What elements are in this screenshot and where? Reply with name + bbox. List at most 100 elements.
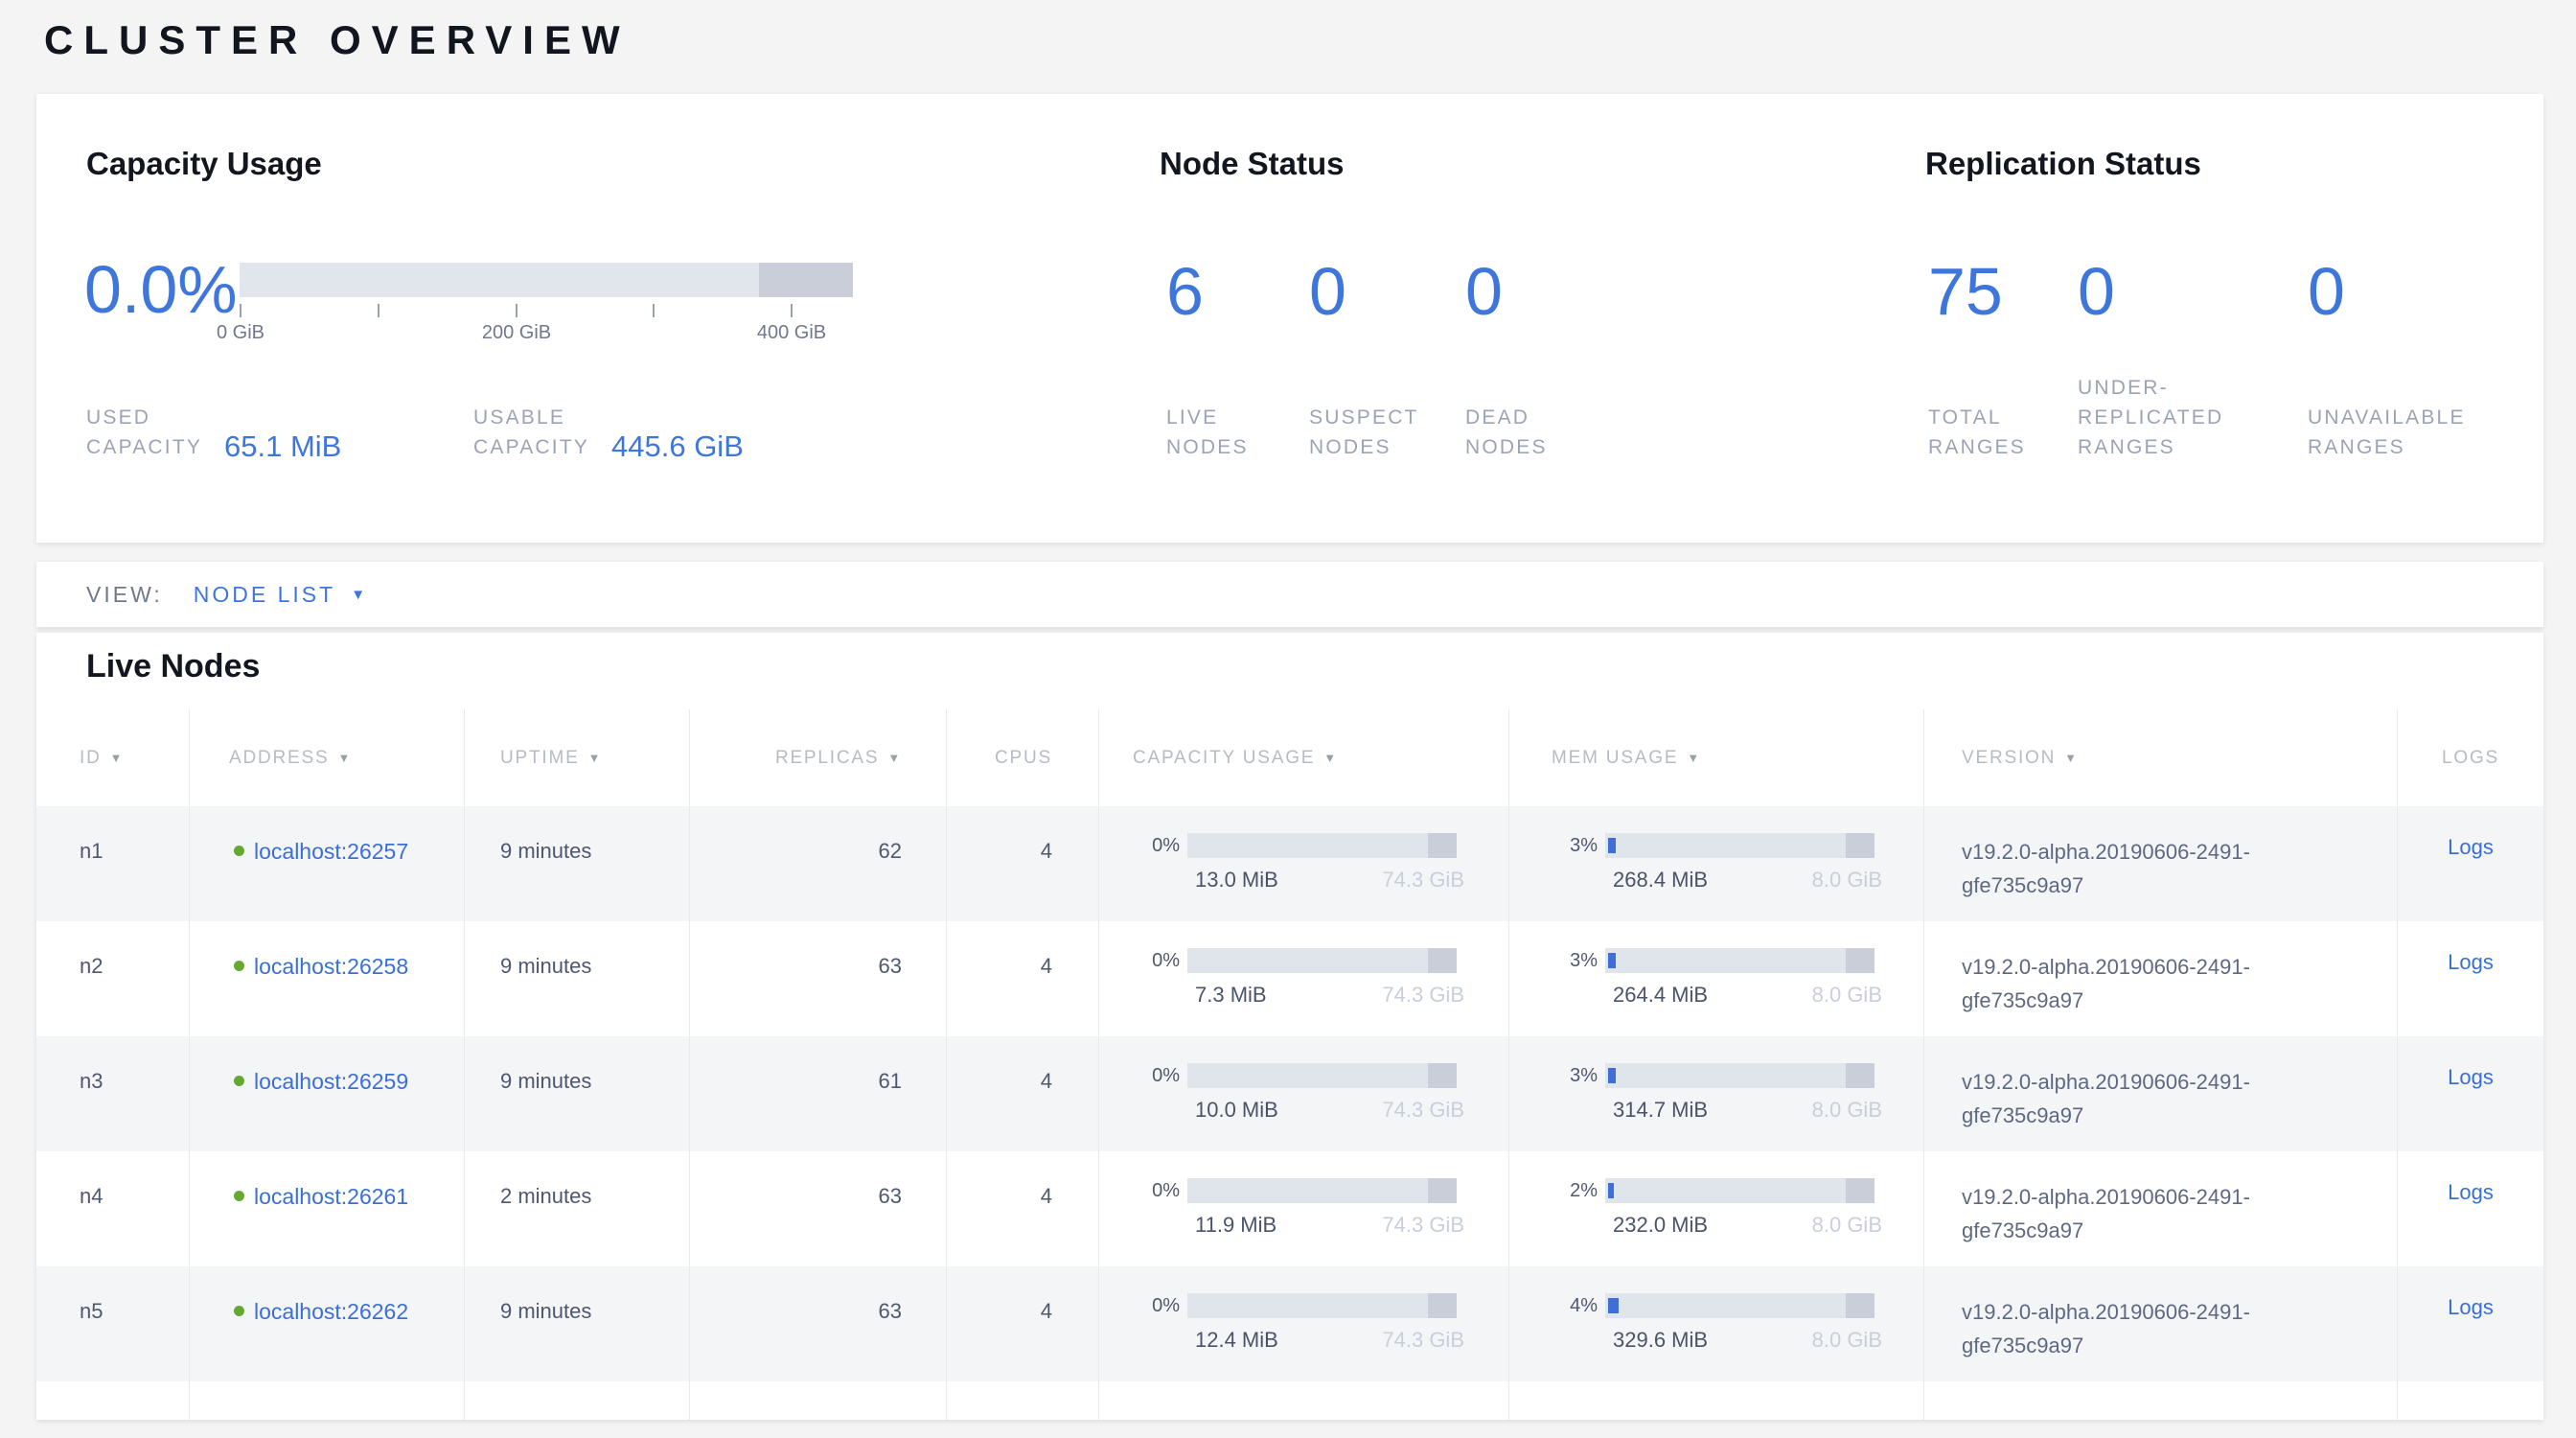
sort-arrow-icon: ▼	[1687, 751, 1701, 765]
node-address-cell: localhost:26259	[189, 1036, 464, 1151]
node-address-cell: localhost:26262	[189, 1266, 464, 1381]
used-capacity-value: 65.1 MiB	[224, 430, 341, 462]
gauge-tick	[378, 304, 380, 317]
table-row: n2 localhost:26258 9 minutes 63 4 0% 7.3…	[36, 921, 2543, 1036]
node-replicas: 61	[689, 1036, 946, 1151]
capacity-usage-cell: 0% 7.3 MiB 74.3 GiB	[1098, 921, 1508, 1036]
capacity-usage-cell: 0% 13.0 MiB74.3 GiB	[1098, 806, 1508, 921]
logs-link[interactable]: Logs	[2448, 1180, 2494, 1204]
column-header-label: ID	[80, 748, 102, 769]
suspect-nodes-stat: 0 SUSPECT NODES	[1309, 257, 1438, 462]
column-header-address[interactable]: ADDRESS▼	[189, 709, 464, 806]
mem-bar	[1605, 1178, 1874, 1203]
node-address-cell: localhost:26257	[189, 806, 464, 921]
node-address-link[interactable]: localhost:26259	[254, 1065, 408, 1098]
capacity-usage-cell: 0% 11.9 MiB74.3 GiB	[1098, 1151, 1508, 1266]
mem-max-value: 8.0 GiB	[1812, 868, 1882, 893]
column-header-label: VERSION	[1962, 748, 2056, 769]
mem-usage-cell: 3% 264.4 MiB8.0 GiB	[1508, 921, 1923, 1036]
column-header-uptime[interactable]: UPTIME▼	[464, 709, 689, 806]
mem-max-value: 8.0 GiB	[1812, 1213, 1882, 1238]
mem-bar-cap	[1846, 1178, 1874, 1203]
gauge-tick-label: 0 GiB	[217, 322, 264, 344]
capacity-max-value: 74.3 GiB	[1382, 1328, 1464, 1353]
mem-bar-fill	[1608, 838, 1616, 853]
unavailable-ranges-label: UNAVAILABLE RANGES	[2308, 403, 2533, 462]
capacity-gauge-other-segment	[759, 263, 853, 297]
node-address-link[interactable]: localhost:26262	[254, 1295, 408, 1328]
empty-cell	[689, 1381, 946, 1420]
dead-nodes-count: 0	[1465, 257, 1571, 326]
logs-link[interactable]: Logs	[2448, 835, 2494, 859]
node-id: n1	[36, 806, 189, 921]
mem-percent-label: 3%	[1509, 833, 1605, 858]
mem-max-value: 8.0 GiB	[1812, 1098, 1882, 1123]
capacity-used-value: 7.3 MiB	[1195, 983, 1267, 1008]
chevron-down-icon: ▼	[351, 587, 365, 603]
logs-link[interactable]: Logs	[2448, 1295, 2494, 1319]
empty-cell	[36, 1381, 189, 1420]
node-cpus: 4	[946, 1151, 1098, 1266]
mem-bar	[1605, 948, 1874, 973]
column-header-mem-usage[interactable]: MEM USAGE▼	[1508, 709, 1923, 806]
column-header-replicas[interactable]: REPLICAS▼	[689, 709, 946, 806]
mem-bar	[1605, 833, 1874, 858]
table-row: n3 localhost:26259 9 minutes 61 4 0% 10.…	[36, 1036, 2543, 1151]
live-nodes-table: ID▼ ADDRESS▼ UPTIME▼ REPLICAS▼ CPUS CAPA…	[36, 709, 2543, 1420]
logs-cell: Logs	[2397, 806, 2543, 921]
total-ranges-stat: 75 TOTAL RANGES	[1928, 257, 2048, 462]
empty-cell	[1508, 1381, 1923, 1420]
capacity-max-value: 74.3 GiB	[1382, 983, 1464, 1008]
column-header-id[interactable]: ID▼	[36, 709, 189, 806]
column-header-version[interactable]: VERSION▼	[1923, 709, 2397, 806]
view-label: VIEW:	[86, 582, 163, 608]
logs-link[interactable]: Logs	[2448, 1065, 2494, 1089]
view-selector-dropdown[interactable]: NODE LIST ▼	[194, 582, 365, 608]
mem-bar-cap	[1846, 1293, 1874, 1318]
column-header-label: REPLICAS	[775, 748, 879, 769]
capacity-bar-cap	[1428, 833, 1457, 858]
capacity-percent-label: 0%	[1099, 948, 1187, 973]
dead-nodes-label: DEAD NODES	[1465, 403, 1571, 462]
capacity-used-value: 13.0 MiB	[1195, 868, 1278, 893]
node-status-heading: Node Status	[1160, 146, 1345, 182]
total-ranges-count: 75	[1928, 257, 2048, 326]
column-header-label: CAPACITY USAGE	[1133, 748, 1315, 769]
logs-cell: Logs	[2397, 1266, 2543, 1381]
node-id: n3	[36, 1036, 189, 1151]
logs-cell: Logs	[2397, 921, 2543, 1036]
node-uptime: 9 minutes	[464, 1036, 689, 1151]
sort-arrow-icon: ▼	[337, 751, 352, 765]
mem-bar-cap	[1846, 1063, 1874, 1088]
empty-cell	[189, 1381, 464, 1420]
mem-bar-fill	[1608, 1068, 1616, 1083]
under-replicated-stat: 0 UNDER-REPLICATED RANGES	[2078, 257, 2293, 462]
empty-cell	[1098, 1381, 1508, 1420]
gauge-tick-label: 200 GiB	[482, 322, 551, 344]
logs-link[interactable]: Logs	[2448, 950, 2494, 974]
capacity-usage-heading: Capacity Usage	[86, 146, 322, 182]
capacity-percent-label: 0%	[1099, 1293, 1187, 1318]
gauge-tick-label: 400 GiB	[757, 322, 826, 344]
live-nodes-stat: 6 LIVE NODES	[1166, 257, 1272, 462]
node-replicas: 63	[689, 1151, 946, 1266]
mem-percent-label: 3%	[1509, 1063, 1605, 1088]
table-row: n4 localhost:26261 2 minutes 63 4 0% 11.…	[36, 1151, 2543, 1266]
node-cpus: 4	[946, 1036, 1098, 1151]
gauge-tick	[240, 304, 242, 317]
live-status-dot-icon	[234, 1306, 244, 1316]
node-address-link[interactable]: localhost:26261	[254, 1180, 408, 1213]
capacity-used-value: 10.0 MiB	[1195, 1098, 1278, 1123]
column-header-capacity-usage[interactable]: CAPACITY USAGE▼	[1098, 709, 1508, 806]
empty-cell	[2397, 1381, 2543, 1420]
capacity-bar-cap	[1428, 948, 1457, 973]
node-address-link[interactable]: localhost:26258	[254, 950, 408, 983]
capacity-bar-cap	[1428, 1178, 1457, 1203]
under-replicated-label: UNDER-REPLICATED RANGES	[2078, 373, 2293, 462]
node-uptime: 9 minutes	[464, 921, 689, 1036]
node-address-link[interactable]: localhost:26257	[254, 835, 408, 868]
mem-percent-label: 3%	[1509, 948, 1605, 973]
node-version: v19.2.0-alpha.20190606-2491-gfe735c9a97	[1923, 1266, 2397, 1381]
node-cpus: 4	[946, 1266, 1098, 1381]
gauge-tick	[516, 304, 518, 317]
